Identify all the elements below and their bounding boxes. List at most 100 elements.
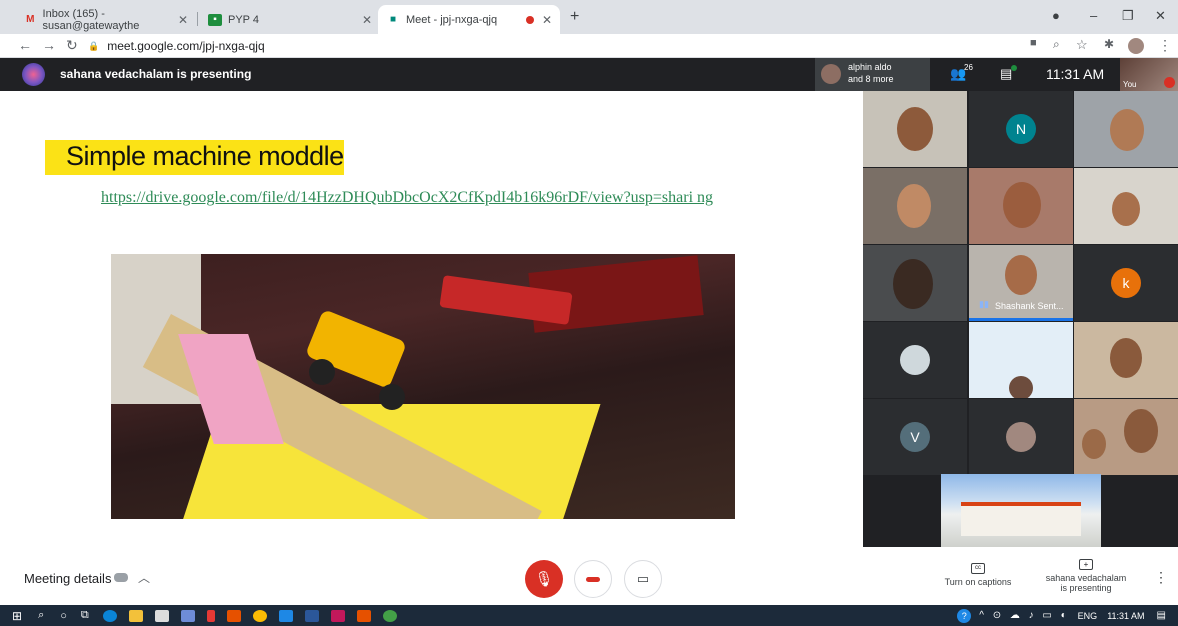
bookmark-star-icon[interactable]: ☆ <box>1076 37 1088 53</box>
leave-call-button[interactable] <box>574 560 612 598</box>
participant-grid: N ▮▮ Shashank Sent... k V <box>863 91 1178 547</box>
participant-face <box>1110 109 1144 151</box>
participant-tile[interactable] <box>969 399 1073 475</box>
minimize-icon[interactable]: – <box>1090 8 1097 23</box>
url-field[interactable]: 🔒 meet.google.com/jpj-nxga-qjq <box>88 36 1048 56</box>
participant-face <box>897 184 931 228</box>
close-tab-icon[interactable]: ✕ <box>178 13 188 27</box>
presenter-label-2: is presenting <box>1060 583 1112 593</box>
presentation-slide: Simple machine moddle https://drive.goog… <box>0 91 862 547</box>
participant-tile[interactable]: V <box>863 399 967 475</box>
camera-button[interactable]: ▭ <box>624 560 662 598</box>
profile-avatar[interactable] <box>1128 38 1144 54</box>
tab-inbox[interactable]: M Inbox (165) - susan@gatewaythe ✕ <box>16 5 196 34</box>
meet-icon: ■ <box>389 14 397 25</box>
language-indicator[interactable]: ENG <box>1078 611 1098 621</box>
people-count: 26 <box>964 63 973 72</box>
app-icon[interactable] <box>382 609 397 622</box>
participant-tile-speaking[interactable]: ▮▮ Shashank Sent... <box>969 245 1073 321</box>
reload-icon[interactable]: ↻ <box>66 37 78 54</box>
school-building <box>961 502 1081 536</box>
slide-link[interactable]: https://drive.google.com/file/d/14HzzDHQ… <box>101 189 766 207</box>
participant-tile[interactable] <box>969 168 1073 244</box>
tab-label: Inbox (165) - susan@gatewaythe <box>42 7 140 32</box>
close-tab-icon[interactable]: ✕ <box>542 13 552 27</box>
edge-icon[interactable] <box>102 609 117 622</box>
word-icon[interactable] <box>278 609 293 622</box>
app-icon[interactable] <box>330 609 345 622</box>
mic-off-icon: 🎙 <box>534 571 554 588</box>
mini-tile-avatar <box>821 64 841 84</box>
meeting-details-icon <box>114 573 128 582</box>
mic-off-button[interactable]: 🎙 <box>525 560 563 598</box>
tab-meet[interactable]: ■ Meet - jpj-nxga-qjq ✕ <box>378 5 560 34</box>
tab-pyp4[interactable]: ▪ PYP 4 ✕ <box>200 5 380 34</box>
participant-tile[interactable]: N <box>969 91 1073 167</box>
self-muted-icon <box>1164 77 1175 88</box>
participant-tile[interactable]: k <box>1074 245 1178 321</box>
participant-tile[interactable] <box>1074 168 1178 244</box>
participant-face <box>1009 376 1033 398</box>
participant-tile[interactable] <box>969 322 1073 398</box>
slide-title: Simple machine moddle <box>66 141 344 171</box>
url-text: meet.google.com/jpj-nxga-qjq <box>107 39 265 53</box>
mini-tile[interactable]: alphin aldo and 8 more <box>815 58 930 91</box>
tray-icons[interactable]: ^ ⊙ ☁ ♪ ▭ ◐ <box>979 610 1069 621</box>
app-icon[interactable] <box>356 609 371 622</box>
chevron-up-icon[interactable]: ︿ <box>138 569 150 586</box>
chrome-icon[interactable] <box>252 609 267 622</box>
app-icon[interactable] <box>180 609 195 622</box>
zoom-icon[interactable]: ⌕ <box>1053 37 1060 52</box>
forward-icon[interactable]: → <box>42 37 56 53</box>
participant-tile[interactable] <box>863 322 967 398</box>
classroom-icon: ▪ <box>208 13 222 26</box>
meet-controls-bar: Meeting details ︿ 🎙 ▭ cc Turn on caption… <box>0 547 1178 605</box>
participant-tile[interactable] <box>1074 399 1178 475</box>
participant-tile[interactable] <box>863 168 967 244</box>
notification-icon[interactable]: ▤ <box>1157 610 1166 621</box>
store-icon[interactable] <box>154 609 169 622</box>
participant-face <box>1005 255 1037 295</box>
new-tab-icon[interactable]: + <box>570 8 579 26</box>
help-icon[interactable]: ? <box>957 608 972 623</box>
participant-face <box>1003 182 1041 228</box>
app-icon[interactable] <box>304 609 319 622</box>
camera-icon: ▭ <box>636 571 650 586</box>
camera-indicator-icon[interactable]: ■ <box>1030 37 1037 49</box>
extensions-icon[interactable]: ✱ <box>1104 37 1114 51</box>
captions-button[interactable]: cc Turn on captions <box>938 563 1018 587</box>
participant-tile-school[interactable] <box>941 474 1101 547</box>
participant-photo-avatar <box>1006 422 1036 452</box>
close-tab-icon[interactable]: ✕ <box>362 13 372 27</box>
meet-top-bar: sahana vedachalam is presenting alphin a… <box>0 58 1178 91</box>
app-icon[interactable] <box>206 609 215 622</box>
slide-photo <box>111 254 735 519</box>
photo-car-wheel <box>379 384 405 410</box>
more-options-icon[interactable]: ⋮ <box>1154 569 1168 586</box>
app-icon[interactable] <box>226 609 241 622</box>
profile-dot-icon[interactable]: ● <box>1052 8 1060 23</box>
search-icon[interactable]: ⌕ <box>38 609 44 622</box>
participant-face <box>1082 429 1106 459</box>
windows-start-icon[interactable]: ⊞ <box>12 609 22 623</box>
meeting-details-button[interactable]: Meeting details <box>24 571 111 586</box>
participant-avatar-k: k <box>1111 268 1141 298</box>
file-explorer-icon[interactable] <box>128 609 143 622</box>
taskbar-clock[interactable]: 11:31 AM <box>1107 611 1144 621</box>
maximize-icon[interactable]: ❐ <box>1122 8 1134 24</box>
participant-tile[interactable] <box>863 245 967 321</box>
mini-tile-name: alphin aldo <box>848 62 892 72</box>
cortana-icon[interactable]: ○ <box>60 610 67 622</box>
tab-divider <box>197 12 198 26</box>
close-window-icon[interactable]: ✕ <box>1155 8 1166 24</box>
presenter-label-1: sahana vedachalam <box>1045 573 1127 583</box>
menu-kebab-icon[interactable]: ⋮ <box>1158 37 1172 54</box>
task-view-icon[interactable]: ⧉ <box>81 609 89 622</box>
windows-taskbar: ⊞ ⌕ ○ ⧉ ? ^ ⊙ ☁ ♪ ▭ ◐ ENG 11:31 AM ▤ <box>0 605 1178 626</box>
self-view-tile[interactable]: You <box>1120 58 1178 91</box>
participant-tile[interactable] <box>863 91 967 167</box>
present-button[interactable]: + sahana vedachalam is presenting <box>1036 559 1136 593</box>
participant-tile[interactable] <box>1074 91 1178 167</box>
participant-tile[interactable] <box>1074 322 1178 398</box>
back-icon[interactable]: ← <box>18 37 32 53</box>
